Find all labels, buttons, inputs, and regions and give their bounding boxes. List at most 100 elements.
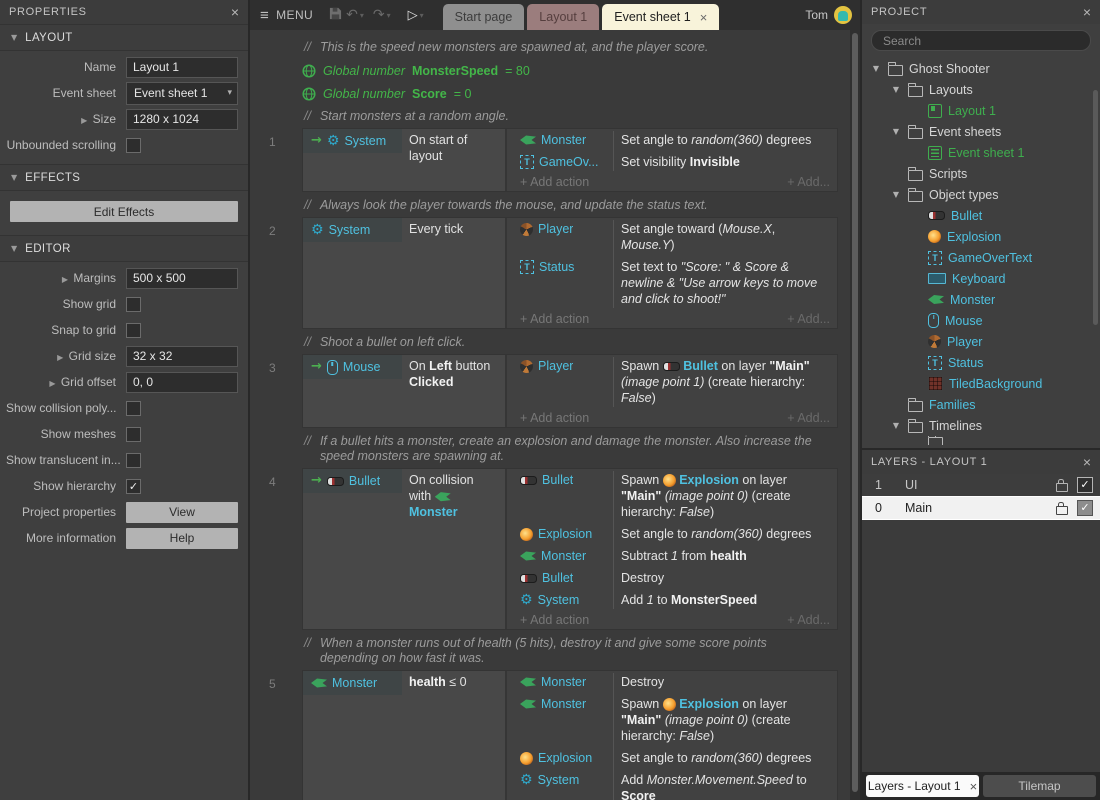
comment[interactable]: //Shoot a bullet on left click. [304,335,836,350]
action-row[interactable]: MonsterDestroy [507,671,837,693]
add-more-link[interactable]: + Add... [787,612,830,628]
tab-start-page[interactable]: Start page [443,4,525,30]
prop-checkbox-unbounded-scrolling[interactable] [126,138,141,153]
play-dropdown-icon[interactable]: ▾ [420,11,424,20]
action-row[interactable]: ⚙SystemAdd Monster.Movement.Speed to Sco… [507,769,837,800]
comment[interactable]: //This is the speed new monsters are spa… [304,40,836,55]
tree-item-event-sheet-1[interactable]: Event sheet 1 [862,142,1100,163]
prop-input-margins[interactable] [126,268,238,289]
lock-icon[interactable] [1056,483,1068,492]
tab-layers-layout-1[interactable]: Layers - Layout 1× [866,775,979,797]
global-variable-monsterspeed[interactable]: Global numberMonsterSpeed= 80 [302,59,838,82]
close-icon[interactable]: × [970,779,978,794]
visibility-checkbox[interactable]: ✓ [1077,477,1093,493]
tree-item-layouts[interactable]: ▼Layouts [862,79,1100,100]
lock-icon[interactable] [1056,506,1068,515]
add-action-link[interactable]: + Add action [520,410,589,426]
menu-button[interactable]: ≡MENU [260,7,313,24]
undo-icon[interactable]: ↶ [346,7,358,23]
tree-item-object-types[interactable]: ▼Object types [862,184,1100,205]
tree-item-mouse[interactable]: Mouse [862,310,1100,331]
redo-icon[interactable]: ↷ [373,7,385,23]
disclosure-icon[interactable]: ▼ [870,64,882,73]
expander-icon[interactable]: ▶ [49,379,55,388]
condition-block[interactable]: Monsterhealth ≤ 0 [303,671,507,800]
tree-item-player[interactable]: Player [862,331,1100,352]
condition-block[interactable]: →⚙SystemOn start of layout [303,129,507,191]
action-row[interactable]: ⚙SystemAdd 1 to MonsterSpeed [507,589,837,611]
add-more-link[interactable]: + Add... [787,174,830,190]
comment[interactable]: //Always look the player towards the mou… [304,198,836,213]
add-action-link[interactable]: + Add action [520,174,589,190]
prop-input-grid-offset[interactable] [126,372,238,393]
disclosure-icon[interactable]: ▼ [890,190,902,199]
expander-icon[interactable]: ▶ [57,353,63,362]
undo-dropdown-icon[interactable]: ▾ [360,11,364,20]
comment[interactable]: //When a monster runs out of health (5 h… [304,636,836,666]
help-button[interactable]: Help [126,528,238,549]
prop-checkbox-snap-to-grid[interactable] [126,323,141,338]
prop-select-event-sheet[interactable]: Event sheet 1▾ [126,82,238,105]
close-icon[interactable]: × [231,5,239,19]
search-input[interactable] [871,30,1091,51]
prop-checkbox-show-translucent-in[interactable] [126,453,141,468]
save-icon[interactable] [329,7,342,23]
layer-row-ui[interactable]: 1UI✓ [862,474,1100,496]
tree-item-explosion[interactable]: Explosion [862,226,1100,247]
tree-item-scripts[interactable]: Scripts [862,163,1100,184]
action-row[interactable]: TGameOv...Set visibility Invisible [507,151,837,173]
tree-item-status[interactable]: TStatus [862,352,1100,373]
add-action-link[interactable]: + Add action [520,612,589,628]
vertical-scrollbar[interactable] [850,30,860,800]
global-variable-score[interactable]: Global numberScore= 0 [302,82,838,105]
scrollbar-thumb[interactable] [852,33,858,792]
close-icon[interactable]: × [700,10,708,25]
action-row[interactable]: MonsterSubtract 1 from health [507,545,837,567]
prop-checkbox-show-grid[interactable] [126,297,141,312]
tree-item-partial[interactable] [862,436,1100,445]
play-icon[interactable]: ▷ [408,8,418,23]
action-row[interactable]: MonsterSpawn Explosion on layer "Main" (… [507,693,837,747]
tab-event-sheet-1[interactable]: Event sheet 1× [602,4,719,30]
expander-icon[interactable]: ▶ [62,275,68,284]
disclosure-icon[interactable]: ▼ [890,127,902,136]
tree-item-tiledbackground[interactable]: TiledBackground [862,373,1100,394]
tree-scrollbar[interactable] [1093,90,1098,325]
expander-icon[interactable]: ▶ [81,116,87,125]
action-row[interactable]: MonsterSet angle to random(360) degrees [507,129,837,151]
close-icon[interactable]: × [1083,455,1091,469]
action-row[interactable]: ExplosionSet angle to random(360) degree… [507,523,837,545]
prop-input-name[interactable] [126,57,238,78]
condition-block[interactable]: →BulletOn collision with Monster [303,469,507,629]
close-icon[interactable]: × [1083,5,1091,19]
tree-item-gameovertext[interactable]: TGameOverText [862,247,1100,268]
tree-item-bullet[interactable]: Bullet [862,205,1100,226]
tree-item-layout-1[interactable]: Layout 1 [862,100,1100,121]
prop-checkbox-show-collision-poly[interactable] [126,401,141,416]
redo-dropdown-icon[interactable]: ▾ [387,11,391,20]
action-row[interactable]: BulletDestroy [507,567,837,589]
layer-row-main[interactable]: 0Main✓ [862,497,1100,519]
prop-input-size[interactable] [126,109,238,130]
add-more-link[interactable]: + Add... [787,311,830,327]
add-more-link[interactable]: + Add... [787,410,830,426]
comment[interactable]: //If a bullet hits a monster, create an … [304,434,836,464]
tree-item-families[interactable]: Families [862,394,1100,415]
action-row[interactable]: PlayerSet angle toward (Mouse.X, Mouse.Y… [507,218,837,256]
action-row[interactable]: BulletSpawn Explosion on layer "Main" (i… [507,469,837,523]
action-row[interactable]: PlayerSpawn Bullet on layer "Main" (imag… [507,355,837,409]
user-avatar[interactable] [834,6,852,24]
action-row[interactable]: ExplosionSet angle to random(360) degree… [507,747,837,769]
disclosure-icon[interactable]: ▼ [890,85,902,94]
section-editor[interactable]: ▼EDITOR [0,235,248,262]
tree-item-ghost-shooter[interactable]: ▼Ghost Shooter [862,58,1100,79]
visibility-checkbox[interactable]: ✓ [1077,500,1093,516]
prop-checkbox-show-meshes[interactable] [126,427,141,442]
add-action-link[interactable]: + Add action [520,311,589,327]
prop-checkbox-show-hierarchy[interactable]: ✓ [126,479,141,494]
action-row[interactable]: TStatusSet text to "Score: " & Score & n… [507,256,837,310]
tree-item-timelines[interactable]: ▼Timelines [862,415,1100,436]
prop-input-grid-size[interactable] [126,346,238,367]
view-button[interactable]: View [126,502,238,523]
edit-effects-button[interactable]: Edit Effects [10,201,238,222]
